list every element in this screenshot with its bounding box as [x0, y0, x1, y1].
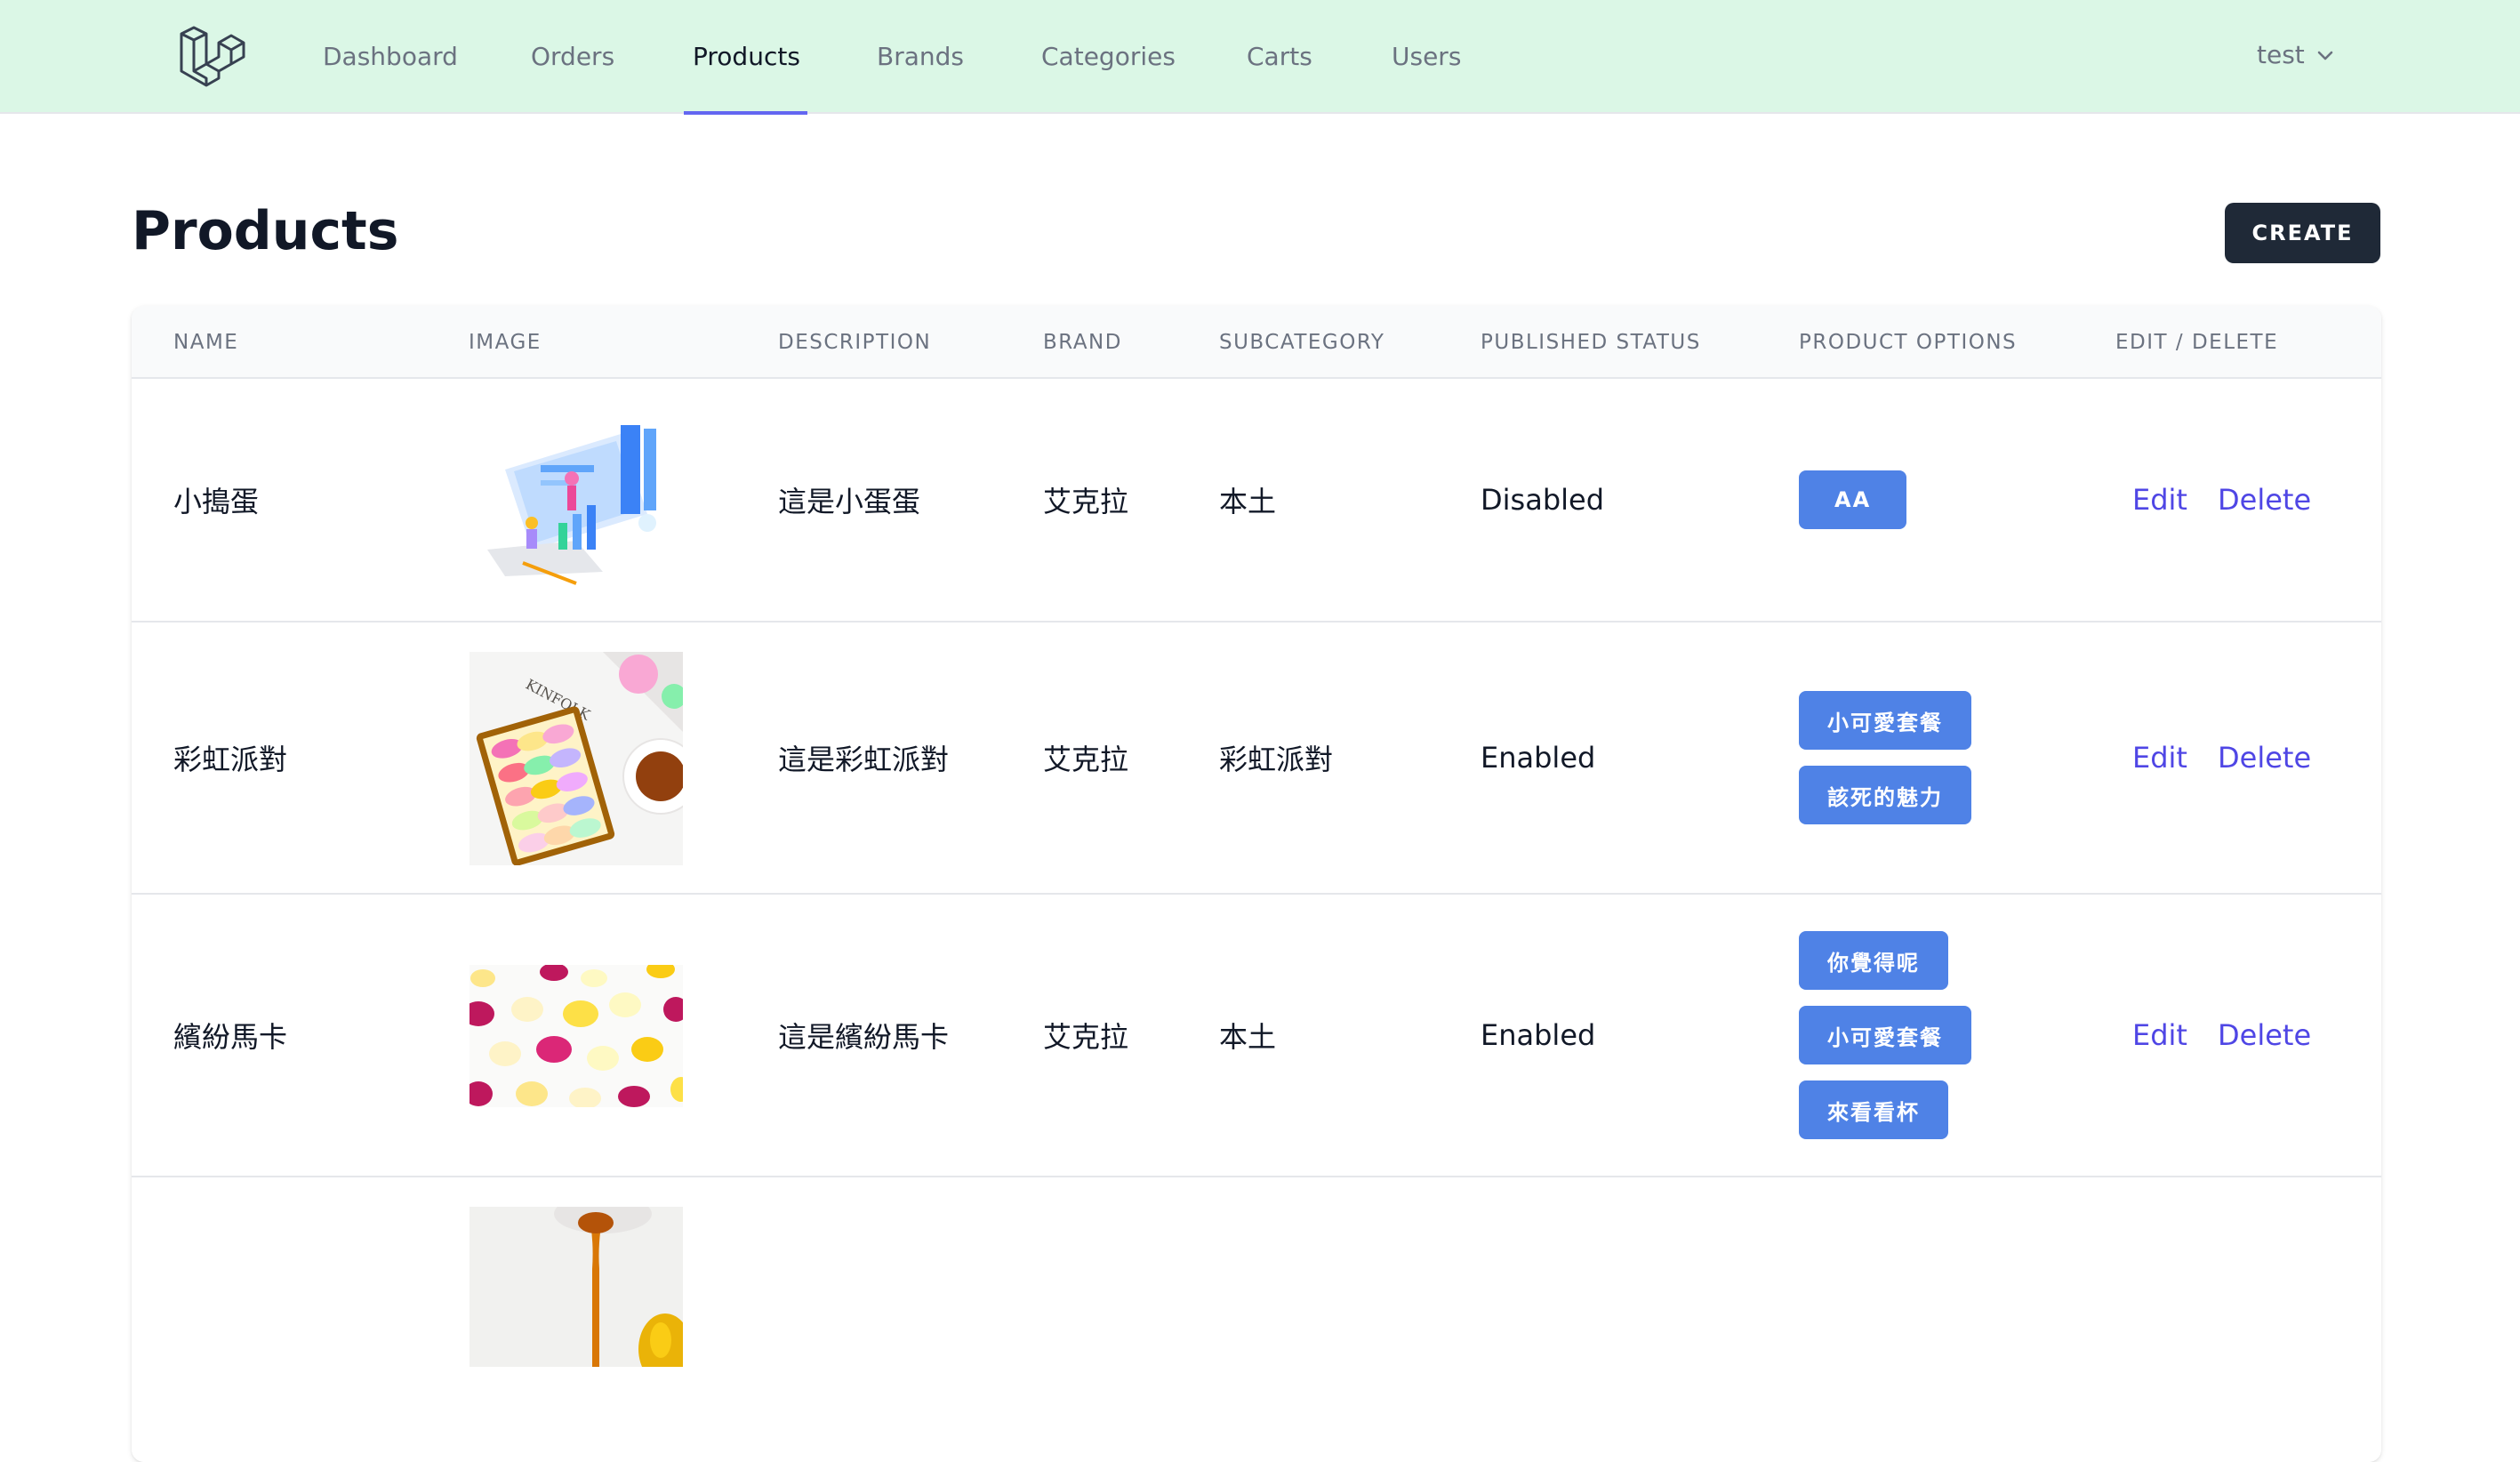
- nav-item-products[interactable]: Products: [684, 0, 807, 115]
- page-title: Products: [132, 200, 399, 262]
- product-option-button[interactable]: 小可愛套餐: [1799, 691, 1971, 750]
- product-image: KINFOLK: [469, 652, 683, 865]
- delete-link[interactable]: Delete: [2218, 741, 2311, 775]
- column-header-status: PUBLISHED STATUS: [1481, 331, 1701, 354]
- table-row: [132, 1177, 2381, 1462]
- product-description: 這是繽紛馬卡: [778, 1020, 950, 1054]
- product-status: Enabled: [1481, 1018, 1596, 1052]
- product-brand: 艾克拉: [1043, 485, 1129, 518]
- product-status: Enabled: [1481, 741, 1596, 775]
- edit-link[interactable]: Edit: [2132, 741, 2187, 775]
- product-option-button[interactable]: 小可愛套餐: [1799, 1006, 1971, 1064]
- table-header: NAME IMAGE DESCRIPTION BRAND SUBCATEGORY…: [132, 306, 2381, 379]
- product-status: Disabled: [1481, 483, 1605, 517]
- product-name: 彩虹派對: [173, 743, 288, 776]
- table-row: 繽紛馬卡 這是繽紛馬卡 艾克拉 本土 Enabled 你覺得呢 小可愛套餐 來看…: [132, 895, 2381, 1177]
- product-subcategory: 本土: [1219, 1020, 1277, 1054]
- product-brand: 艾克拉: [1043, 1020, 1129, 1054]
- column-header-name: NAME: [173, 331, 239, 354]
- chevron-down-icon: [2317, 51, 2333, 60]
- product-image: [469, 416, 683, 585]
- product-name: 繽紛馬卡: [173, 1020, 288, 1054]
- delete-link[interactable]: Delete: [2218, 1018, 2311, 1052]
- nav-item-dashboard[interactable]: Dashboard: [323, 0, 458, 114]
- user-dropdown[interactable]: test: [2257, 0, 2333, 110]
- product-brand: 艾克拉: [1043, 743, 1129, 776]
- column-header-subcategory: SUBCATEGORY: [1219, 331, 1385, 354]
- delete-link[interactable]: Delete: [2218, 483, 2311, 517]
- column-header-image: IMAGE: [469, 331, 542, 354]
- table-row: 彩虹派對 KINFOLK 這是彩虹派對 艾克拉 彩虹派對 Enabled 小可愛…: [132, 623, 2381, 895]
- nav-item-brands[interactable]: Brands: [877, 0, 964, 114]
- column-header-actions: EDIT / DELETE: [2115, 331, 2279, 354]
- product-option-button[interactable]: 來看看杯: [1799, 1080, 1948, 1139]
- product-option-button[interactable]: 該死的魅力: [1799, 766, 1971, 824]
- product-description: 這是小蛋蛋: [778, 485, 921, 518]
- edit-link[interactable]: Edit: [2132, 1018, 2187, 1052]
- laravel-logo-icon[interactable]: [178, 25, 245, 89]
- nav-item-orders[interactable]: Orders: [531, 0, 614, 114]
- column-header-description: DESCRIPTION: [778, 331, 932, 354]
- product-image: [469, 965, 683, 1107]
- products-table: NAME IMAGE DESCRIPTION BRAND SUBCATEGORY…: [132, 306, 2381, 1462]
- product-name: 小搗蛋: [173, 485, 260, 518]
- column-header-brand: BRAND: [1043, 331, 1122, 354]
- product-options: AA: [1799, 470, 1907, 529]
- nav-item-users[interactable]: Users: [1392, 0, 1461, 114]
- product-options: 你覺得呢 小可愛套餐 來看看杯: [1799, 931, 1971, 1139]
- product-options: 小可愛套餐 該死的魅力: [1799, 691, 1971, 824]
- nav-item-categories[interactable]: Categories: [1041, 0, 1176, 114]
- product-description: 這是彩虹派對: [778, 743, 950, 776]
- column-header-options: PRODUCT OPTIONS: [1799, 331, 2018, 354]
- product-option-button[interactable]: AA: [1799, 470, 1907, 529]
- top-navbar: Dashboard Orders Products Brands Categor…: [0, 0, 2520, 115]
- product-subcategory: 本土: [1219, 485, 1277, 518]
- product-subcategory: 彩虹派對: [1219, 743, 1334, 776]
- edit-link[interactable]: Edit: [2132, 483, 2187, 517]
- user-name: test: [2257, 40, 2305, 69]
- product-image: [469, 1207, 683, 1367]
- product-option-button[interactable]: 你覺得呢: [1799, 931, 1948, 990]
- table-row: 小搗蛋 這是小蛋蛋 艾克拉 本土 Disabled AA Edit Delete: [132, 379, 2381, 623]
- nav-item-carts[interactable]: Carts: [1247, 0, 1312, 114]
- create-button[interactable]: CREATE: [2225, 203, 2380, 263]
